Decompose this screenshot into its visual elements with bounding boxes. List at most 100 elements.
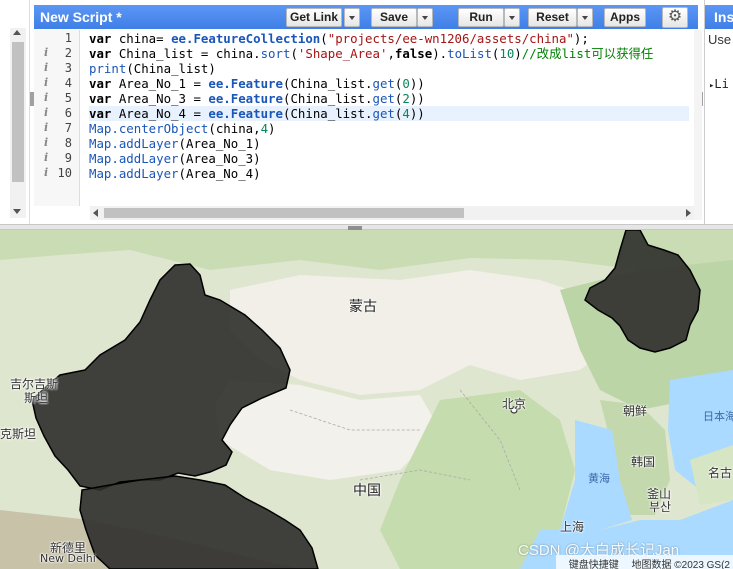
- gutter-row: i5: [34, 91, 80, 106]
- code-line[interactable]: Map.addLayer(Area_No_1): [89, 136, 261, 151]
- reset-dropdown-icon[interactable]: [577, 8, 593, 27]
- code-token: (China_list.: [282, 76, 373, 91]
- line-number: 7: [64, 121, 72, 135]
- code-token: print: [89, 61, 127, 76]
- scroll-right-icon[interactable]: [686, 209, 691, 217]
- script-toolbar: New Script * Get Link Save Run Reset App…: [34, 5, 698, 29]
- gear-icon: ⚙: [667, 8, 683, 25]
- label-new-delhi-en: New Delhi: [40, 552, 96, 565]
- code-editor[interactable]: 1 i 2 i 3 i 4 i 5 i 6 i 7 i 8 i 9 i 10 var china= ee.Featu…: [34, 30, 698, 206]
- label-yellow-sea: 黄海: [588, 472, 610, 485]
- code-token: 4: [402, 106, 410, 121]
- line-number: 8: [64, 136, 72, 150]
- script-title: New Script *: [40, 9, 122, 25]
- scroll-up-icon[interactable]: [13, 30, 21, 35]
- map-attribution: 键盘快捷键 地图数据 ©2023 GS(2: [555, 555, 733, 569]
- console-list-item[interactable]: ▸Li: [709, 77, 729, 91]
- reset-button[interactable]: Reset: [528, 8, 577, 27]
- code-token: Map.addLayer: [89, 166, 179, 181]
- code-line[interactable]: Map.centerObject(china,4): [89, 121, 276, 136]
- label-sea-of-japan: 日本海: [703, 410, 733, 423]
- code-token: ).: [432, 46, 448, 61]
- save-dropdown-icon[interactable]: [417, 8, 433, 27]
- gutter-row: i8: [34, 136, 80, 151]
- code-lines[interactable]: var china= ee.FeatureCollection("project…: [89, 30, 689, 206]
- info-icon[interactable]: i: [44, 151, 48, 164]
- code-line[interactable]: Map.addLayer(Area_No_3): [89, 151, 261, 166]
- code-line[interactable]: var Area_No_1 = ee.Feature(China_list.ge…: [89, 76, 425, 91]
- inspector-tab[interactable]: Ins: [705, 5, 733, 29]
- label-south-korea: 韩国: [631, 455, 656, 469]
- code-token: );: [573, 31, 589, 46]
- code-line[interactable]: Map.addLayer(Area_No_4): [89, 166, 261, 181]
- settings-button[interactable]: ⚙: [662, 7, 688, 28]
- code-token: toList: [447, 46, 492, 61]
- code-token: )): [409, 91, 425, 106]
- get-link-button[interactable]: Get Link: [286, 8, 342, 27]
- vertical-scrollbar[interactable]: [694, 30, 702, 220]
- code-token: "projects/ee-wn1206/assets/china": [327, 31, 574, 46]
- inspector-hint-text: Use: [708, 32, 732, 47]
- code-token: var: [89, 46, 119, 61]
- code-token: Area_No_3 =: [118, 91, 209, 106]
- code-token: 0: [402, 76, 410, 91]
- line-number: 6: [64, 106, 72, 120]
- code-token: china=: [118, 31, 172, 46]
- code-token: (China_list.: [282, 91, 373, 106]
- keyboard-shortcuts-link[interactable]: 键盘快捷键: [569, 560, 619, 569]
- code-line[interactable]: var Area_No_4 = ee.Feature(China_list.ge…: [89, 106, 689, 121]
- scroll-down-icon[interactable]: [13, 209, 21, 214]
- gutter-row: i9: [34, 151, 80, 166]
- info-icon[interactable]: i: [44, 166, 48, 179]
- label-nagoya: 名古: [708, 466, 733, 480]
- code-line[interactable]: var China_list = china.sort('Shape_Area'…: [89, 46, 653, 61]
- code-token: 4: [260, 121, 269, 136]
- gutter-row: i4: [34, 76, 80, 91]
- info-icon[interactable]: i: [44, 136, 48, 149]
- line-number: 2: [64, 46, 72, 60]
- scroll-left-icon[interactable]: [93, 209, 98, 217]
- label-tajikistan: 克斯坦: [0, 427, 37, 441]
- get-link-dropdown-icon[interactable]: [344, 8, 360, 27]
- info-icon[interactable]: i: [44, 46, 48, 59]
- code-token: get: [372, 76, 395, 91]
- info-icon[interactable]: i: [44, 76, 48, 89]
- gutter-row: i6: [34, 106, 80, 121]
- horizontal-scrollbar[interactable]: [90, 206, 694, 220]
- run-button[interactable]: Run: [458, 8, 504, 27]
- code-token: Map.addLayer: [89, 151, 179, 166]
- apps-button[interactable]: Apps: [604, 8, 646, 27]
- code-token: ): [268, 121, 276, 136]
- left-scrollbar-thumb[interactable]: [12, 42, 24, 182]
- map-canvas[interactable]: [0, 230, 733, 569]
- gutter-row: 1: [34, 31, 80, 46]
- map-view[interactable]: 蒙古 吉尔吉斯 斯坦 克斯坦 北京 朝鲜 韩国 中国 黄海 上海 釜山 부산 日…: [0, 230, 733, 569]
- run-dropdown-icon[interactable]: [504, 8, 520, 27]
- code-token: (: [320, 31, 328, 46]
- save-button[interactable]: Save: [371, 8, 417, 27]
- code-token: sort: [260, 46, 291, 61]
- code-token: var: [89, 91, 119, 106]
- info-icon[interactable]: i: [44, 91, 48, 104]
- code-line[interactable]: print(China_list): [89, 61, 216, 76]
- label-mongolia: 蒙古: [349, 299, 377, 315]
- info-icon[interactable]: i: [44, 106, 48, 119]
- left-panel-strip: [0, 0, 30, 224]
- label-busan-korean: 부산: [649, 500, 672, 514]
- code-line[interactable]: var china= ee.FeatureCollection("project…: [89, 31, 589, 46]
- code-token: ee.Feature: [208, 91, 283, 106]
- code-token: var: [89, 106, 119, 121]
- map-data-credit[interactable]: 地图数据 ©2023 GS(2: [631, 560, 730, 569]
- info-icon[interactable]: i: [44, 61, 48, 74]
- label-shanghai: 上海: [560, 520, 585, 534]
- line-number: 9: [64, 151, 72, 165]
- code-token: )): [409, 106, 425, 121]
- label-beijing: 北京: [502, 397, 527, 411]
- code-token: China_list = china.: [118, 46, 261, 61]
- code-line[interactable]: var Area_No_3 = ee.Feature(China_list.ge…: [89, 91, 425, 106]
- code-token: Area_No_1 =: [118, 76, 209, 91]
- code-token: (china,: [208, 121, 261, 136]
- info-icon[interactable]: i: [44, 121, 48, 134]
- code-token: (China_list.: [282, 106, 373, 121]
- horizontal-scrollbar-thumb[interactable]: [104, 208, 464, 218]
